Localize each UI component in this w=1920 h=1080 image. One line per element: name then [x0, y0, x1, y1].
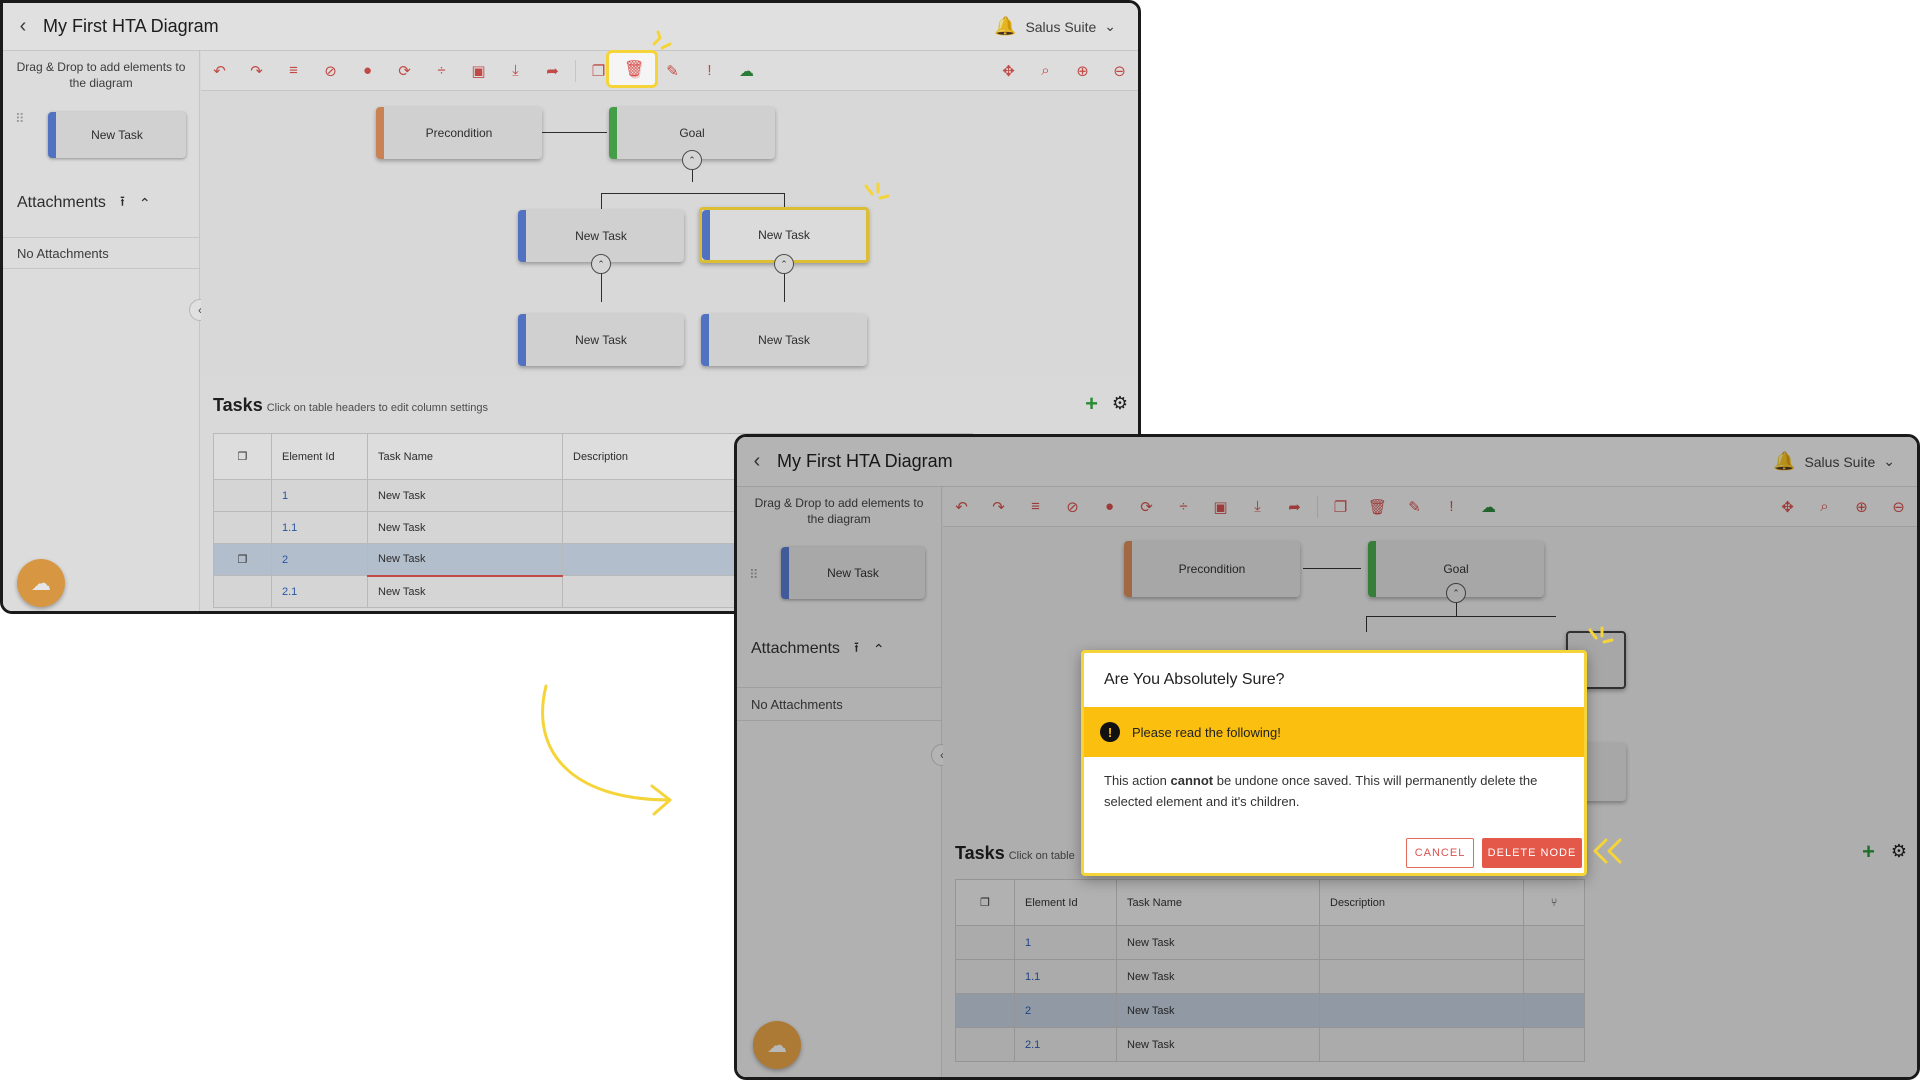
dialog-body: This action cannot be undone once saved.… — [1104, 771, 1564, 813]
body-text-bold: cannot — [1170, 773, 1214, 788]
body-text-pre: This action — [1104, 773, 1171, 788]
sparkle-icon — [864, 182, 890, 200]
sparkle-icon — [1588, 626, 1614, 644]
step-arrow-icon — [541, 684, 672, 816]
warning-text: Please read the following! — [1132, 724, 1281, 740]
cancel-button[interactable]: CANCEL — [1406, 838, 1474, 868]
sparkle-icon — [652, 30, 672, 50]
double-chevron-left-icon — [1593, 838, 1622, 864]
dialog-title: Are You Absolutely Sure? — [1104, 671, 1285, 688]
warning-icon: ! — [1100, 722, 1120, 742]
confirm-delete-dialog: Are You Absolutely Sure? ! Please read t… — [1081, 650, 1587, 876]
warning-banner: ! Please read the following! — [1084, 707, 1584, 757]
trash-icon: 🗑 — [624, 61, 645, 78]
delete-node-button[interactable]: DELETE NODE — [1482, 838, 1582, 868]
